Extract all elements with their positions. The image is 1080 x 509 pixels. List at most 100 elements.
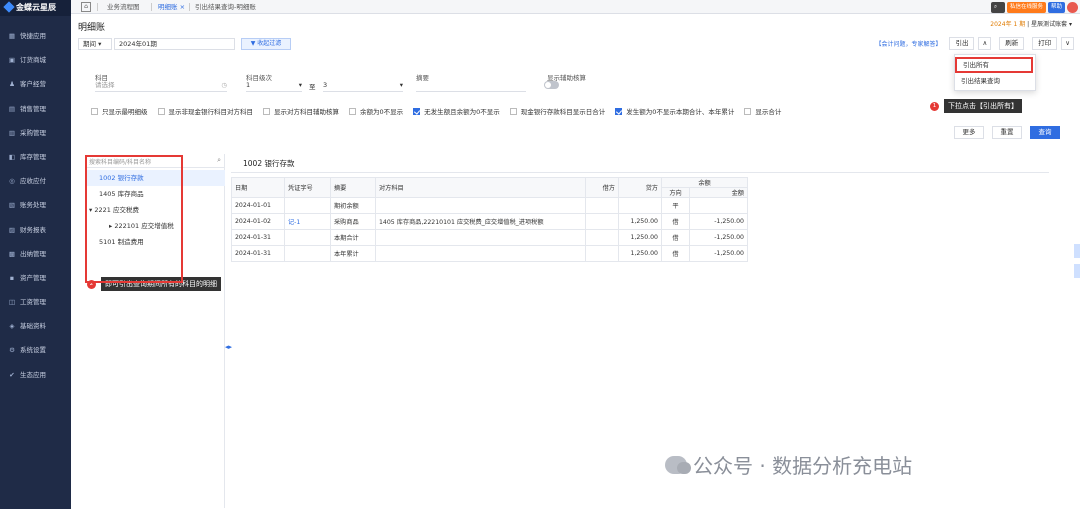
sidebar-item-11[interactable]: ◫ 工资管理 xyxy=(0,290,71,314)
checkbox-icon[interactable] xyxy=(157,107,165,115)
more-button[interactable]: 更多 xyxy=(954,126,984,139)
asset-icon: ▪ xyxy=(9,273,15,282)
checkbox-icon[interactable] xyxy=(744,107,752,115)
table-row[interactable]: 2024-01-02 记-1 采购商品 1405 库存商品,22210101 应交税费… xyxy=(231,213,748,230)
step-badge-1: 1 xyxy=(930,102,939,111)
aux-toggle[interactable] xyxy=(544,81,559,89)
table-row[interactable]: 2024-01-31 本期合计 1,250.00 借 -1,250.00 xyxy=(231,229,748,246)
tab-export-query[interactable]: 引出结果查询-明细账 xyxy=(195,0,256,14)
refresh-button[interactable]: 刷新 xyxy=(999,37,1025,50)
sidebar-item-label: 基础资料 xyxy=(20,322,46,331)
sidebar-item-2[interactable]: ♟ 客户经营 xyxy=(0,72,71,96)
sidebar-item-label: 订货商城 xyxy=(20,56,46,65)
sidebar-item-14[interactable]: ✔ 生态应用 xyxy=(0,363,71,387)
level-to-select[interactable]: 3 ▾ xyxy=(323,80,403,92)
cell-credit xyxy=(618,197,662,214)
sidebar-item-10[interactable]: ▪ 资产管理 xyxy=(0,266,71,290)
sidebar-item-3[interactable]: ▤ 销售管理 xyxy=(0,97,71,121)
cell-direction: 借 xyxy=(661,229,690,246)
option-label: 现金银行存款科目显示日合计 xyxy=(520,108,606,116)
settings-icon: ⚙ xyxy=(9,346,15,355)
search-icon[interactable]: ⌕ xyxy=(217,156,221,165)
collapse-filter-button[interactable]: ▼ 收起过滤 xyxy=(241,38,291,50)
ledger-title: 1002 银行存款 xyxy=(231,154,1049,173)
checkbox-icon[interactable] xyxy=(509,107,517,115)
tab-ledger[interactable]: 明细账 × xyxy=(158,0,185,14)
level-to-label: 至 xyxy=(309,83,316,91)
option-checkbox-5[interactable]: 现金银行存款科目显示日合计 xyxy=(509,106,606,116)
checkbox-icon[interactable] xyxy=(413,107,421,115)
help-button[interactable]: 帮助 xyxy=(1047,1,1065,13)
print-button[interactable]: 打印 xyxy=(1032,37,1058,50)
account-book[interactable]: | 星辰测试账套 ▾ xyxy=(1027,21,1072,28)
report-icon: ▨ xyxy=(8,225,16,234)
sidebar: 金蝶云星辰 ▦ 快捷应用 ▣ 订货商城 ♟ 客户经营 ▤ 销售管理 ▥ 采购管理 ◧ 库存管理 ◎ 应收应… xyxy=(0,0,71,509)
sidebar-item-6[interactable]: ◎ 应收应付 xyxy=(0,169,71,193)
checkbox-icon[interactable] xyxy=(349,107,356,115)
option-checkbox-7[interactable]: 显示合计 xyxy=(744,106,781,116)
export-dropdown-toggle[interactable]: ∧ xyxy=(978,37,992,50)
basedata-icon: ◈ xyxy=(9,322,15,331)
cell-credit: 1,250.00 xyxy=(618,213,662,230)
inventory-icon: ◧ xyxy=(8,152,16,161)
print-dropdown-toggle[interactable]: ∨ xyxy=(1061,37,1074,50)
sidebar-item-13[interactable]: ⚙ 系统设置 xyxy=(0,338,71,362)
cell-voucher[interactable] xyxy=(284,229,331,246)
option-checkbox-4[interactable]: 无发生额且余额为0不显示 xyxy=(413,106,500,116)
sidebar-item-8[interactable]: ▨ 财务报表 xyxy=(0,218,71,242)
cell-amount: -1,250.00 xyxy=(689,213,748,230)
subject-input[interactable]: 请选择 ◷ xyxy=(95,80,227,92)
option-checkbox-6[interactable]: 发生额为0不显示本期合计、本年累计 xyxy=(615,106,734,116)
table-row[interactable]: 2024-01-01 期初余额 平 xyxy=(231,197,748,214)
sidebar-item-7[interactable]: ▧ 账务处理 xyxy=(0,193,71,217)
option-label: 无发生额且余额为0不显示 xyxy=(424,108,500,116)
cell-contra: 1405 库存商品,22210101 应交税费_应交增值税_进项税额 xyxy=(375,213,586,230)
export-button[interactable]: 引出 xyxy=(949,37,975,50)
home-icon[interactable]: ⌂ xyxy=(81,2,91,12)
tab-flow[interactable]: 业务流程图 xyxy=(107,0,140,14)
query-button[interactable]: 查询 xyxy=(1030,126,1060,139)
tab-divider xyxy=(97,3,98,11)
table-row[interactable]: 2024-01-31 本年累计 1,250.00 借 -1,250.00 xyxy=(231,245,748,262)
cell-direction: 借 xyxy=(661,245,690,262)
search-icon[interactable]: ⌕ xyxy=(990,1,1005,13)
checkbox-icon[interactable] xyxy=(615,107,623,115)
side-handle[interactable] xyxy=(1074,264,1080,278)
export-result-query-item[interactable]: 引出结果查询 xyxy=(955,73,1035,89)
period-select[interactable]: 期间 ▾ xyxy=(78,38,112,50)
period-input[interactable]: 2024年01期 xyxy=(114,38,235,50)
sidebar-item-12[interactable]: ◈ 基础资料 xyxy=(0,314,71,338)
cell-debit xyxy=(585,197,619,214)
avatar[interactable] xyxy=(1067,1,1078,13)
checkbox-icon[interactable] xyxy=(91,107,98,115)
level-from-select[interactable]: 1 ▾ xyxy=(246,80,302,92)
sidebar-item-label: 客户经营 xyxy=(20,80,46,89)
col-date: 日期 xyxy=(231,177,285,198)
sidebar-item-5[interactable]: ◧ 库存管理 xyxy=(0,145,71,169)
option-checkbox-2[interactable]: 显示对方科目辅助核算 xyxy=(263,106,339,116)
option-checkbox-3[interactable]: 余额为0不显示 xyxy=(349,106,403,116)
export-all-item[interactable]: 引出所有 xyxy=(955,57,1033,73)
cell-voucher[interactable] xyxy=(284,245,331,262)
summary-input[interactable] xyxy=(416,80,526,92)
cell-voucher[interactable]: 记-1 xyxy=(284,213,331,230)
sidebar-item-0[interactable]: ▦ 快捷应用 xyxy=(0,24,71,48)
sidebar-item-4[interactable]: ▥ 采购管理 xyxy=(0,121,71,145)
cell-voucher[interactable] xyxy=(284,197,331,214)
sidebar-item-1[interactable]: ▣ 订货商城 xyxy=(0,48,71,72)
sidebar-item-9[interactable]: ▩ 出纳管理 xyxy=(0,242,71,266)
sidebar-item-label: 采购管理 xyxy=(20,128,46,137)
expert-help-link[interactable]: 【会计问题，专家解答】 xyxy=(875,39,941,48)
close-icon[interactable]: × xyxy=(180,3,185,11)
panel-splitter-icon[interactable]: ◂▸ xyxy=(225,343,232,351)
topbar-tools: ⌕ 私信在线服务 帮助 xyxy=(990,1,1078,13)
option-checkbox-1[interactable]: 显示非现金银行科目对方科目 xyxy=(157,106,253,116)
app-logo[interactable]: 金蝶云星辰 xyxy=(0,0,71,16)
eco-icon: ✔ xyxy=(9,370,15,379)
online-service-button[interactable]: 私信在线服务 xyxy=(1006,1,1046,13)
side-handle[interactable] xyxy=(1074,244,1080,258)
checkbox-icon[interactable] xyxy=(263,107,270,115)
reset-button[interactable]: 重置 xyxy=(992,126,1022,139)
cell-direction: 平 xyxy=(661,197,690,214)
option-checkbox-0[interactable]: 只显示最明细级 xyxy=(91,106,148,116)
